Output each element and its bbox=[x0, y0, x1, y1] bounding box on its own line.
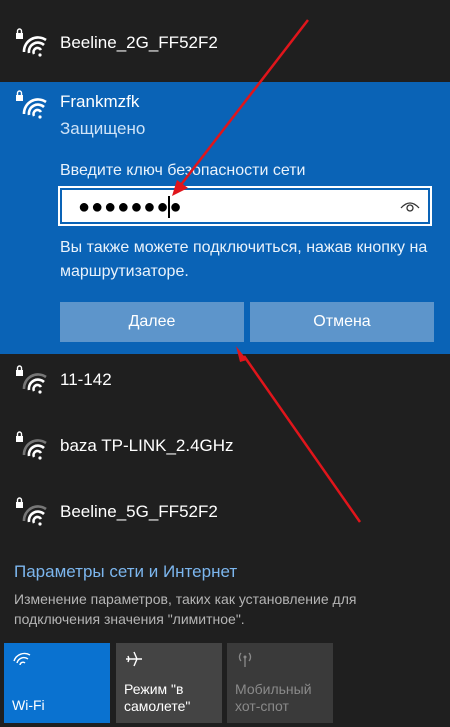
password-prompt-label: Введите ключ безопасности сети bbox=[60, 162, 306, 179]
next-button[interactable]: Далее bbox=[60, 302, 244, 342]
network-name: baza TP-LINK_2.4GHz bbox=[60, 436, 234, 455]
wifi-secured-icon bbox=[14, 497, 48, 527]
wifi-secured-icon bbox=[14, 365, 48, 395]
network-name: Beeline_2G_FF52F2 bbox=[60, 33, 218, 52]
reveal-password-eye-icon[interactable] bbox=[400, 200, 420, 214]
password-input[interactable]: ●●●●●●●● bbox=[58, 186, 432, 226]
tile-label: Режим "в самолете" bbox=[124, 681, 191, 714]
network-settings-description: Изменение параметров, таких как установл… bbox=[14, 591, 357, 627]
selected-network-panel: Frankmzfk Защищено Введите ключ безопасн… bbox=[0, 82, 450, 354]
hotspot-icon bbox=[238, 652, 252, 667]
network-item-11-142[interactable]: 11-142 bbox=[0, 362, 450, 398]
network-status: Защищено bbox=[60, 119, 146, 138]
password-value: ●●●●●●●● bbox=[78, 196, 183, 218]
tile-label: Мобильный хот-спот bbox=[235, 681, 312, 714]
mobile-hotspot-tile[interactable]: Мобильный хот-спот bbox=[227, 643, 333, 723]
network-item-beeline-5g[interactable]: Beeline_5G_FF52F2 bbox=[0, 494, 450, 530]
text-caret bbox=[168, 196, 170, 218]
wifi-secured-icon bbox=[14, 28, 48, 58]
wifi-secured-icon bbox=[14, 90, 48, 120]
tile-label: Wi-Fi bbox=[12, 697, 45, 713]
wifi-toggle-tile[interactable]: Wi-Fi bbox=[4, 643, 110, 723]
network-item-baza-tp-link[interactable]: baza TP-LINK_2.4GHz bbox=[0, 428, 450, 464]
network-item-beeline-2g[interactable]: Beeline_2G_FF52F2 bbox=[0, 25, 450, 61]
airplane-mode-tile[interactable]: Режим "в самолете" bbox=[116, 643, 222, 723]
network-settings-link[interactable]: Параметры сети и Интернет bbox=[14, 562, 237, 582]
wps-hint-text: Вы также можете подключиться, нажав кноп… bbox=[60, 239, 428, 280]
airplane-icon bbox=[126, 651, 142, 667]
cancel-button[interactable]: Отмена bbox=[250, 302, 434, 342]
wifi-secured-icon bbox=[14, 431, 48, 461]
network-name: Beeline_5G_FF52F2 bbox=[60, 502, 218, 521]
network-name: Frankmzfk bbox=[60, 92, 140, 111]
network-name: 11-142 bbox=[60, 370, 112, 389]
wifi-icon bbox=[13, 652, 31, 666]
